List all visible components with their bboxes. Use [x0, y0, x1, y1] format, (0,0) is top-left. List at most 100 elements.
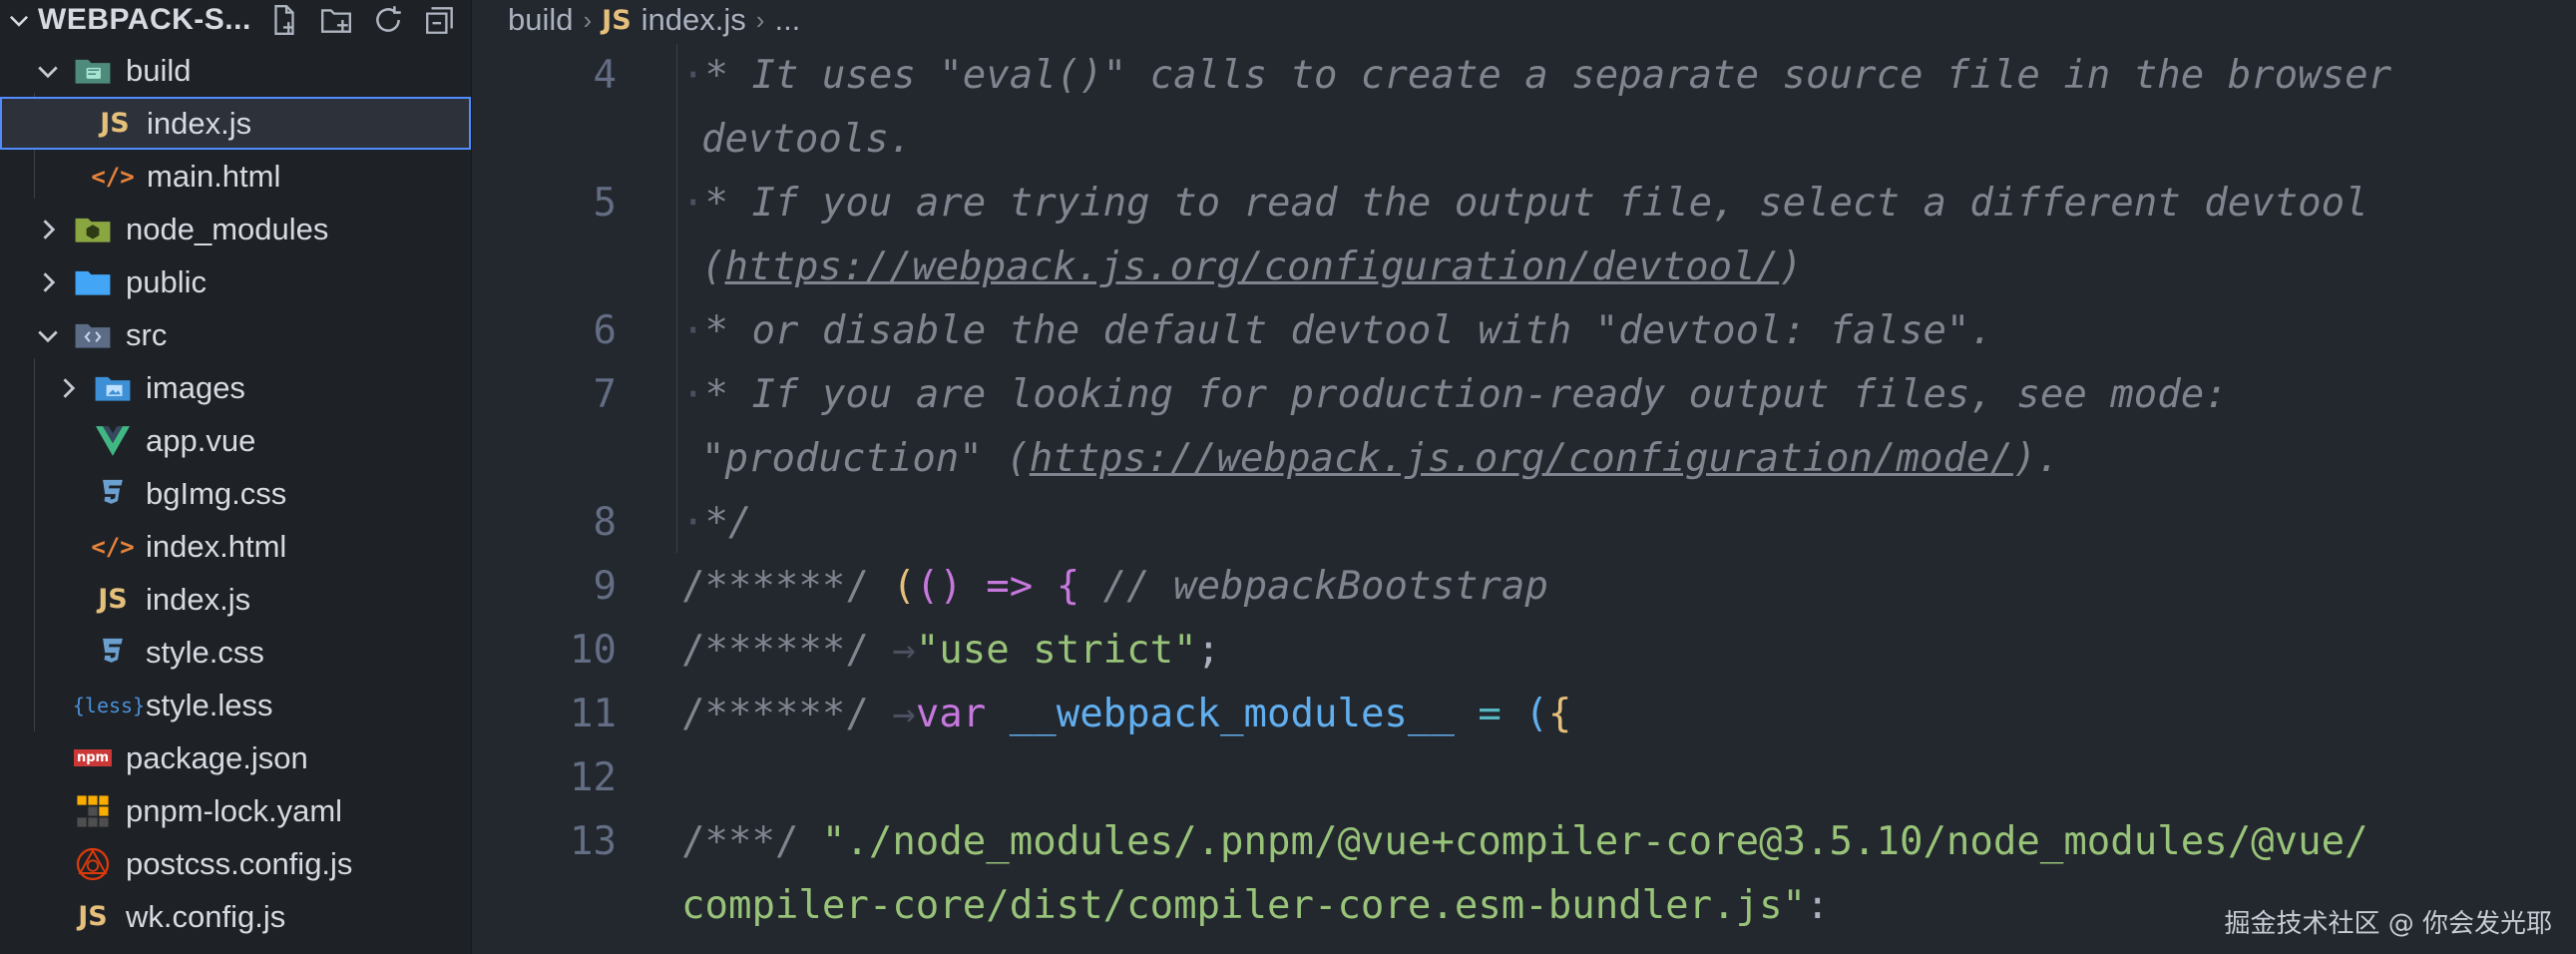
whitespace-marker: ·: [681, 53, 705, 98]
tree-item-public[interactable]: public: [0, 255, 471, 308]
chevron-down-icon: [38, 330, 58, 342]
code-line-13a: /***/ "./node_modules/.pnpm/@vue+compile…: [681, 810, 2368, 874]
folder-images-icon: [94, 369, 132, 407]
watermark: 掘金技术社区 @ 你会发光耶: [2224, 909, 2552, 939]
tree-item-label: app.vue: [146, 422, 256, 458]
code-comment: // webpackBootstrap: [1102, 564, 1548, 609]
tree-item-label: pnpm-lock.yaml: [126, 792, 343, 828]
code-comment: /***/: [681, 819, 799, 864]
code-variable: __webpack_modules__: [1009, 692, 1455, 736]
new-file-icon[interactable]: [267, 3, 301, 37]
code-comment: /******/: [681, 564, 869, 609]
js-file-icon: JS: [602, 4, 632, 36]
code-brace: {: [1547, 692, 1572, 736]
chevron-down-icon[interactable]: [6, 7, 32, 33]
tree-item-src-index-js[interactable]: JS index.js: [0, 573, 471, 626]
tree-item-wk-config[interactable]: JS wk.config.js: [0, 890, 471, 943]
line-number: 8: [593, 500, 617, 545]
code-line-4b: devtools.: [701, 108, 912, 172]
code-line-10: /******/ →"use strict";: [681, 619, 1220, 683]
line-number: 4: [593, 53, 617, 98]
tree-item-label: index.html: [146, 528, 287, 564]
tree-item-label: style.css: [146, 634, 264, 670]
code-line-7a: ·* If you are looking for production-rea…: [681, 372, 2228, 417]
code-line-4a: ·* It uses "eval()" calls to create a se…: [681, 53, 2392, 98]
code-comment: /******/: [681, 692, 869, 736]
whitespace-marker: ·: [681, 372, 705, 417]
tree-item-images[interactable]: images: [0, 361, 471, 414]
tree-item-src[interactable]: src: [0, 308, 471, 361]
refresh-icon[interactable]: [371, 3, 405, 37]
tree-item-label: images: [146, 369, 245, 405]
code-area[interactable]: 4 ·* It uses "eval()" calls to create a …: [472, 44, 2576, 954]
tree-item-main-html[interactable]: </> main.html: [0, 150, 471, 203]
breadcrumb-file[interactable]: index.js: [642, 2, 746, 38]
tree-item-label: public: [126, 263, 207, 299]
comment-text: If you are looking for production-ready …: [751, 372, 2228, 417]
tree-item-bgimg-css[interactable]: bgImg.css: [0, 467, 471, 520]
code-string: "use strict": [915, 628, 1197, 673]
explorer-sidebar: WEBPACK-S... build JS index.js </> main.…: [0, 0, 472, 954]
folder-icon: [74, 263, 112, 301]
npm-badge: npm: [73, 749, 113, 766]
tree-item-label: package.json: [126, 739, 308, 775]
whitespace-marker: ·: [681, 500, 705, 545]
comment-text: If you are trying to read the output fil…: [751, 181, 2368, 226]
breadcrumb-symbols[interactable]: ...: [774, 2, 800, 38]
line-number: 6: [593, 308, 617, 353]
comment-text: or disable the default devtool with "dev…: [751, 308, 1993, 353]
chevron-right-icon: ›: [755, 4, 765, 35]
comment-text: It uses "eval()" calls to create a separ…: [751, 53, 2392, 98]
tree-item-build[interactable]: build: [0, 44, 471, 97]
code-paren: (: [1524, 692, 1548, 736]
tree-item-node-modules[interactable]: node_modules: [0, 203, 471, 255]
html-file-icon: </>: [91, 532, 135, 561]
explorer-header[interactable]: WEBPACK-S...: [0, 0, 471, 40]
comment-text: ).: [2012, 436, 2060, 481]
comment-paren: (: [701, 244, 725, 289]
comment-text: devtools.: [701, 117, 913, 162]
line-number: 5: [593, 181, 617, 226]
comment-link[interactable]: https://webpack.js.org/configuration/mod…: [1030, 436, 2013, 481]
pnpm-icon: [74, 792, 112, 830]
code-paren: (: [892, 564, 916, 609]
tree-item-label: index.js: [146, 581, 251, 617]
tree-item-label: style.less: [146, 687, 273, 722]
npm-icon: npm: [73, 739, 113, 777]
breadcrumb-folder[interactable]: build: [508, 2, 574, 38]
tree-item-package-json[interactable]: npm package.json: [0, 731, 471, 784]
code-line-5a: ·* If you are trying to read the output …: [681, 181, 2368, 226]
tree-item-label: wk.config.js: [126, 898, 286, 934]
tree-item-style-less[interactable]: {less} style.less: [0, 679, 471, 731]
tree-item-postcss-config[interactable]: postcss.config.js: [0, 837, 471, 890]
tree-item-pnpm-lock[interactable]: pnpm-lock.yaml: [0, 784, 471, 837]
folder-node-icon: [74, 211, 112, 248]
breadcrumb: build › JS index.js › ...: [472, 0, 2576, 40]
chevron-right-icon: ›: [583, 4, 593, 35]
tree-item-index-html[interactable]: </> index.html: [0, 520, 471, 573]
line-number: 11: [570, 692, 617, 736]
explorer-title: WEBPACK-S...: [38, 3, 251, 36]
tree-item-style-css[interactable]: style.css: [0, 626, 471, 679]
code-keyword: var: [915, 692, 987, 736]
tree-item-label: src: [126, 316, 168, 352]
tree-item-label: postcss.config.js: [126, 845, 353, 881]
collapse-all-icon[interactable]: [423, 3, 457, 37]
css-icon: [94, 475, 132, 513]
comment-link[interactable]: https://webpack.js.org/configuration/dev…: [724, 244, 1779, 289]
code-string: "./node_modules/.pnpm/@vue+compiler-core…: [821, 819, 2368, 864]
tree-item-label: bgImg.css: [146, 475, 287, 511]
editor-pane: build › JS index.js › ... 4 ·* It uses "…: [472, 0, 2576, 954]
line-number: 7: [593, 372, 617, 417]
code-paren: (): [915, 564, 963, 609]
code-line-8: ·*/: [681, 491, 751, 555]
postcss-icon: [74, 845, 112, 883]
js-file-icon: JS: [100, 108, 130, 139]
code-line-11: /******/ →var __webpack_modules__ = ({: [681, 683, 1571, 746]
tree-item-build-index-js[interactable]: JS index.js: [0, 97, 471, 150]
less-icon: {less}: [72, 693, 146, 717]
new-folder-icon[interactable]: [319, 3, 353, 37]
line-number: 12: [570, 755, 617, 800]
tree-item-label: index.js: [147, 105, 252, 141]
tree-item-app-vue[interactable]: app.vue: [0, 414, 471, 467]
